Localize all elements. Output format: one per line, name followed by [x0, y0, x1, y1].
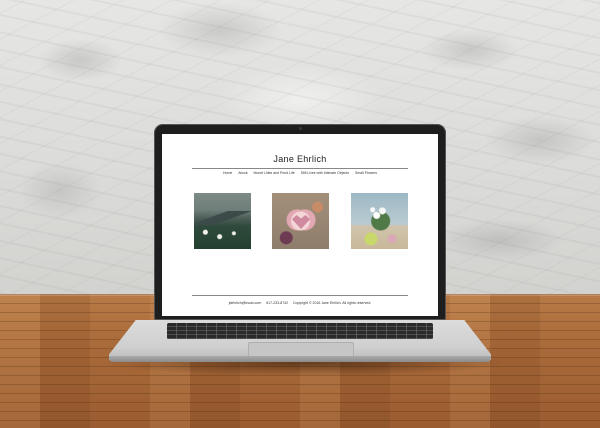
camera-icon [299, 127, 302, 130]
nav-monet-lilies[interactable]: Monet Lilies and Pond Life [254, 171, 295, 175]
nav-small-flowers[interactable]: Small Flowers [355, 171, 377, 175]
nav-still-lives[interactable]: Still Lives with Intimate Objects [301, 171, 349, 175]
header-divider [192, 168, 408, 169]
footer-copyright: Copyright © 2016 Jane Ehrlich. All right… [293, 301, 372, 305]
laptop-base-edge [109, 356, 491, 362]
laptop-screen: Jane Ehrlich Home About Monet Lilies and… [162, 134, 438, 316]
footer-divider [192, 295, 408, 296]
laptop-base [109, 320, 491, 360]
painting-lilies-thumbnail[interactable] [194, 193, 251, 249]
nav-about[interactable]: About [238, 171, 247, 175]
painting-heart-thumbnail[interactable] [272, 193, 329, 249]
painting-flowers-thumbnail[interactable] [351, 193, 408, 249]
site-nav: Home About Monet Lilies and Pond Life St… [162, 171, 438, 175]
keyboard[interactable] [167, 323, 433, 339]
site-footer: jdehrlich@bsust.com 617-233-8742 Copyrig… [162, 301, 438, 305]
nav-home[interactable]: Home [223, 171, 232, 175]
footer-email[interactable]: jdehrlich@bsust.com [229, 301, 262, 305]
laptop-lid: Jane Ehrlich Home About Monet Lilies and… [154, 124, 446, 320]
footer-phone: 617-233-8742 [266, 301, 289, 305]
site-title[interactable]: Jane Ehrlich [162, 154, 438, 164]
